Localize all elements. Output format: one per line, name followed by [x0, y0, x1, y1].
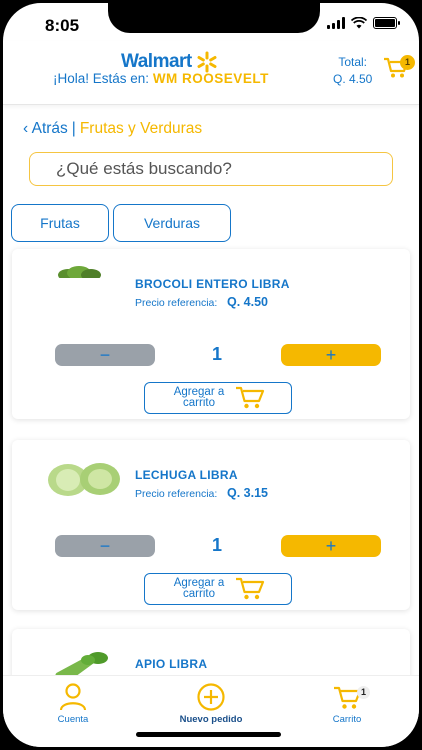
breadcrumb-separator: |: [71, 120, 76, 137]
app-header: Walmart ¡Hola! Estás en: WM ROOSEVELT To…: [3, 41, 419, 105]
increase-button[interactable]: +: [281, 344, 381, 366]
broccoli-image: [56, 266, 102, 281]
add-to-cart-label: Agregar a carrito: [173, 386, 225, 409]
status-time: 8:05: [45, 16, 80, 35]
app-screen: 8:05 Walmart ¡Hola! Estás en: WM ROOSEVE…: [3, 3, 419, 747]
tab-cuenta[interactable]: Cuenta: [23, 682, 123, 725]
product-card: LECHUGA LIBRA Precio referencia: Q. 3.15…: [12, 440, 410, 610]
greeting-text: ¡Hola! Estás en:: [53, 71, 150, 86]
cart-count-badge: 1: [400, 55, 415, 70]
product-price: Q. 3.15: [227, 486, 268, 500]
store-greeting: ¡Hola! Estás en: WM ROOSEVELT: [53, 71, 269, 86]
product-price: Q. 4.50: [227, 295, 268, 309]
add-to-cart-button[interactable]: Agregar a carrito: [144, 573, 292, 605]
signal-icon: [327, 17, 345, 29]
notch: [108, 3, 320, 33]
filter-verduras[interactable]: Verduras: [113, 204, 231, 242]
decrease-button[interactable]: −: [55, 535, 155, 557]
cart-tab-badge: 1: [357, 686, 370, 699]
price-label: Precio referencia:: [135, 297, 218, 309]
plus-icon: +: [325, 344, 337, 365]
brand-logo: Walmart: [121, 51, 218, 73]
celery-image: [55, 652, 108, 677]
tab-carrito[interactable]: 1 Carrito: [297, 682, 397, 725]
back-link[interactable]: ‹ Atrás: [23, 120, 68, 137]
cart-icon: [334, 686, 362, 709]
filter-frutas[interactable]: Frutas: [11, 204, 109, 242]
home-indicator[interactable]: [136, 732, 281, 737]
user-icon: [59, 683, 87, 711]
phone-frame: 8:05 Walmart ¡Hola! Estás en: WM ROOSEVE…: [0, 0, 422, 750]
product-name: LECHUGA LIBRA: [135, 468, 238, 482]
battery-icon: [373, 17, 400, 29]
lettuce-image: [48, 463, 120, 496]
order-total: Total: Q. 4.50: [333, 55, 372, 86]
minus-icon: −: [99, 344, 111, 365]
total-label: Total:: [338, 55, 368, 69]
tab-label: Carrito: [332, 714, 362, 725]
quantity-value: 1: [211, 535, 222, 555]
price-label: Precio referencia:: [135, 488, 218, 500]
plus-icon: +: [325, 535, 337, 556]
product-card: BROCOLI ENTERO LIBRA Precio referencia: …: [12, 249, 410, 419]
increase-button[interactable]: +: [281, 535, 381, 557]
add-to-cart-label: Agregar a carrito: [173, 577, 225, 600]
product-name: BROCOLI ENTERO LIBRA: [135, 277, 290, 291]
status-icons: [327, 17, 400, 29]
product-name: APIO LIBRA: [135, 657, 208, 671]
add-to-cart-button[interactable]: Agregar a carrito: [144, 382, 292, 414]
plus-circle-icon: [197, 683, 225, 711]
minus-icon: −: [99, 535, 111, 556]
cart-icon: [235, 386, 264, 409]
tab-nuevo-pedido[interactable]: Nuevo pedido: [161, 682, 261, 725]
decrease-button[interactable]: −: [55, 344, 155, 366]
brand-name: Walmart: [121, 51, 192, 72]
category-title: Frutas y Verduras: [79, 120, 203, 137]
cart-icon: [235, 577, 264, 600]
tab-label: Cuenta: [57, 714, 89, 725]
quantity-value: 1: [211, 344, 222, 364]
wifi-icon: [351, 17, 367, 29]
breadcrumb: ‹ Atrás | Frutas y Verduras: [23, 120, 202, 138]
walmart-spark-icon: [197, 51, 217, 73]
total-value: Q. 4.50: [333, 72, 373, 86]
tab-label: Nuevo pedido: [179, 714, 243, 725]
store-name[interactable]: WM ROOSEVELT: [153, 71, 269, 86]
search-input[interactable]: ¿Qué estás buscando?: [29, 152, 393, 186]
